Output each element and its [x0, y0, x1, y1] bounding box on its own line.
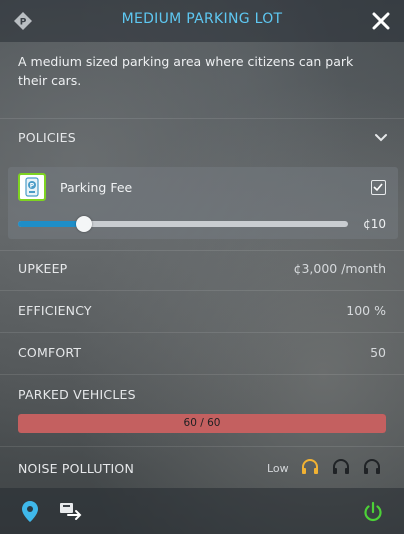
noise-pollution-label: NOISE POLLUTION: [18, 461, 135, 476]
efficiency-label: EFFICIENCY: [18, 303, 92, 318]
panel-footer: [0, 488, 404, 534]
close-icon[interactable]: [370, 10, 392, 32]
divider: [0, 374, 404, 375]
comfort-label: COMFORT: [18, 345, 82, 360]
parked-vehicles-count: 60 / 60: [183, 417, 221, 429]
divider: [0, 118, 404, 119]
policy-parking-fee: P Parking Fee ¢10: [8, 167, 398, 239]
power-icon[interactable]: [362, 501, 384, 523]
parked-vehicles-bar: 60 / 60: [18, 414, 386, 433]
headphones-icon: [333, 459, 349, 474]
slider-thumb[interactable]: [76, 216, 92, 232]
headphones-icon: [302, 459, 318, 474]
svg-text:P: P: [20, 18, 27, 28]
building-description: A medium sized parking area where citize…: [18, 54, 354, 88]
parking-lot-info-panel: P MEDIUM PARKING LOT A medium sized park…: [0, 0, 404, 534]
headphones-icon: [364, 459, 380, 474]
location-pin-icon[interactable]: [20, 500, 40, 524]
svg-text:P: P: [30, 183, 35, 190]
chevron-down-icon[interactable]: [374, 131, 388, 145]
policies-label: POLICIES: [18, 130, 76, 145]
route-icon[interactable]: [58, 500, 86, 522]
divider: [0, 446, 404, 447]
efficiency-value: 100 %: [346, 303, 386, 318]
divider: [0, 290, 404, 291]
policy-enabled-checkbox[interactable]: [371, 180, 386, 195]
parked-vehicles-label: PARKED VEHICLES: [18, 387, 136, 402]
parking-fee-value: ¢10: [363, 217, 386, 231]
panel-header: P MEDIUM PARKING LOT: [0, 0, 404, 42]
policy-name: Parking Fee: [60, 180, 133, 195]
slider-fill: [18, 221, 84, 227]
upkeep-value: ¢3,000 /month: [293, 261, 387, 276]
divider: [0, 250, 404, 251]
upkeep-label: UPKEEP: [18, 261, 68, 276]
parking-fee-slider[interactable]: [18, 216, 348, 232]
noise-level-text: Low: [267, 462, 289, 475]
panel-title: MEDIUM PARKING LOT: [121, 11, 283, 27]
comfort-value: 50: [370, 345, 386, 360]
parking-fee-icon: P: [18, 173, 46, 201]
building-info-icon[interactable]: P: [12, 10, 34, 32]
divider: [0, 332, 404, 333]
